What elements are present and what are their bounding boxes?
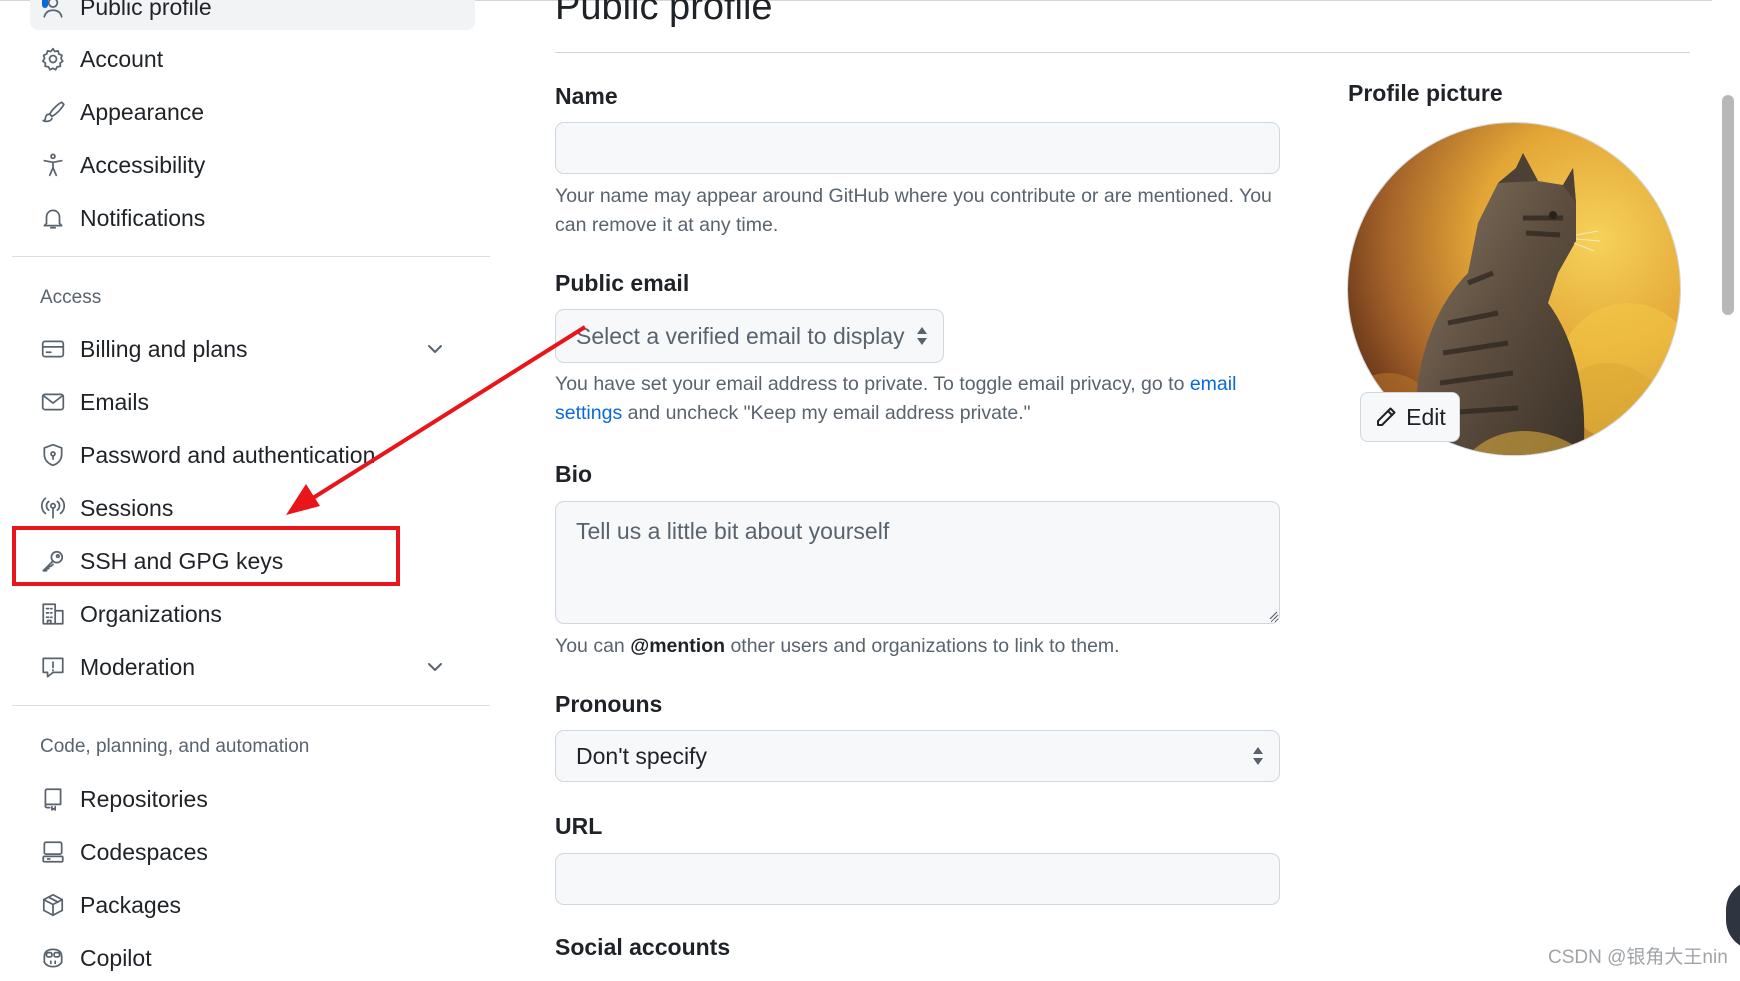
sidebar-item-label: Moderation [80, 653, 196, 680]
name-label: Name [555, 83, 618, 109]
chevron-down-icon[interactable] [423, 337, 447, 361]
sidebar-item-emails[interactable]: Emails [30, 379, 475, 425]
edit-button-label: Edit [1406, 403, 1446, 430]
accessibility-icon [39, 151, 67, 179]
sidebar-item-repositories[interactable]: Repositories [30, 776, 475, 822]
sidebar-group-access: Access [40, 287, 102, 308]
select-caret-icon [915, 325, 929, 347]
sidebar-item-sessions[interactable]: Sessions [30, 485, 475, 531]
sidebar-item-label: Appearance [80, 98, 205, 125]
sidebar-item-appearance[interactable]: Appearance [30, 89, 475, 135]
broadcast-icon [39, 494, 67, 522]
url-input[interactable] [555, 853, 1280, 905]
public-email-selected: Select a verified email to display [576, 322, 905, 349]
edit-profile-picture-button[interactable]: Edit [1360, 392, 1460, 442]
public-email-label: Public email [555, 270, 690, 296]
package-icon [39, 891, 67, 919]
bio-note-text: You can [555, 635, 631, 657]
sidebar-item-label: Public profile [80, 0, 212, 20]
sidebar-item-label: Organizations [80, 600, 222, 627]
mail-icon [39, 388, 67, 416]
social-accounts-label: Social accounts [555, 934, 731, 960]
bio-textarea[interactable] [555, 501, 1280, 624]
public-email-select[interactable]: Select a verified email to display [555, 309, 944, 363]
paintbrush-icon [39, 98, 67, 126]
sidebar-item-label: Sessions [80, 494, 174, 521]
pronouns-label: Pronouns [555, 691, 663, 717]
url-label: URL [555, 813, 603, 839]
sidebar-item-public-profile[interactable]: Public profile [30, 0, 475, 30]
watermark: CSDN @银角大王nin [1548, 947, 1728, 968]
sidebar-item-account[interactable]: Account [30, 36, 475, 82]
title-divider [555, 52, 1690, 53]
report-icon [39, 653, 67, 681]
codespaces-icon [39, 838, 67, 866]
page-title: Public profile [555, 0, 773, 28]
sidebar-item-label: Password and authentication [80, 441, 376, 468]
sidebar-group-code: Code, planning, and automation [40, 736, 310, 757]
sidebar-item-label: Packages [80, 891, 182, 918]
sidebar-item-label: Copilot [80, 944, 152, 971]
public-email-note-text: and uncheck "Keep my email address priva… [622, 402, 1031, 424]
highlight-box-ssh-gpg-keys [12, 526, 400, 586]
sidebar-item-billing[interactable]: Billing and plans [30, 326, 475, 372]
pronouns-select[interactable]: Don't specify [555, 730, 1280, 782]
scrollbar-thumb[interactable] [1722, 95, 1734, 315]
gear-icon [39, 45, 67, 73]
bio-note-text: other users and organizations to link to… [725, 635, 1120, 657]
bio-note: You can @mention other users and organiz… [555, 632, 1295, 661]
sidebar-item-password-auth[interactable]: Password and authentication [30, 432, 475, 478]
sidebar-item-moderation[interactable]: Moderation [30, 644, 475, 690]
sidebar-item-codespaces[interactable]: Codespaces [30, 829, 475, 875]
copilot-icon [39, 944, 67, 972]
sidebar-item-organizations[interactable]: Organizations [30, 591, 475, 637]
sidebar-item-label: Notifications [80, 204, 206, 231]
sidebar-item-label: Accessibility [80, 151, 206, 178]
active-indicator [42, 0, 48, 8]
pronouns-selected: Don't specify [576, 742, 707, 769]
sidebar-item-packages[interactable]: Packages [30, 882, 475, 928]
pencil-icon [1374, 405, 1398, 429]
sidebar-item-label: Emails [80, 388, 150, 415]
repo-icon [39, 785, 67, 813]
sidebar-item-label: Codespaces [80, 838, 208, 865]
sidebar-item-accessibility[interactable]: Accessibility [30, 142, 475, 188]
organization-icon [39, 600, 67, 628]
sidebar-divider [12, 256, 490, 257]
shield-lock-icon [39, 441, 67, 469]
bell-icon [39, 204, 67, 232]
name-note: Your name may appear around GitHub where… [555, 185, 1272, 236]
mention-text: @mention [630, 635, 726, 657]
sidebar-divider [12, 705, 490, 706]
sidebar-item-copilot[interactable]: Copilot [30, 935, 475, 981]
public-email-note: You have set your email address to priva… [555, 370, 1295, 428]
chevron-down-icon[interactable] [423, 655, 447, 679]
textarea-resize-grip-icon[interactable] [1266, 608, 1278, 620]
sidebar-item-label: Repositories [80, 785, 208, 812]
profile-picture-label: Profile picture [1348, 80, 1503, 106]
credit-card-icon [39, 335, 67, 363]
settings-sidebar: Public profile Account Appearance Access… [0, 0, 490, 974]
sidebar-item-label: Billing and plans [80, 335, 248, 362]
sidebar-item-label: Account [80, 45, 164, 72]
sidebar-item-notifications[interactable]: Notifications [30, 195, 475, 241]
name-input[interactable] [555, 122, 1280, 174]
select-caret-icon [1251, 745, 1265, 767]
bio-label: Bio [555, 461, 593, 487]
public-email-note-text: You have set your email address to priva… [555, 373, 1190, 395]
